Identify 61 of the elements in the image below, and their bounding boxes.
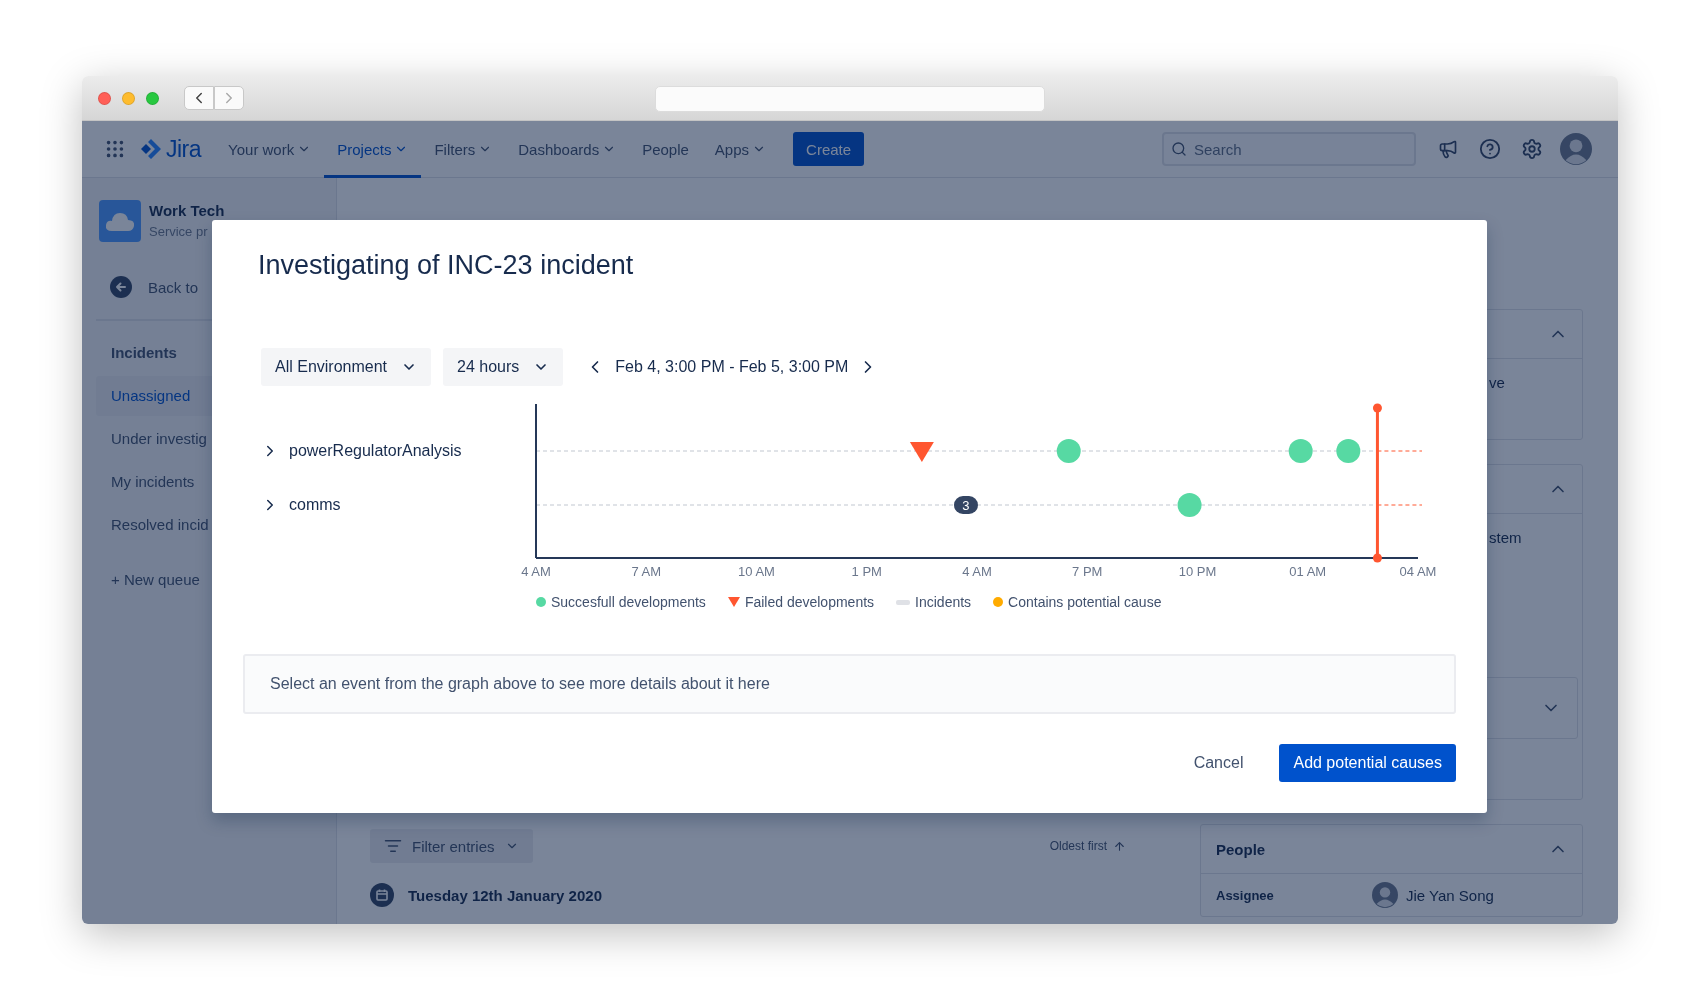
legend-label: Failed developments (744, 594, 875, 610)
logo-icon[interactable] (140, 138, 162, 160)
axis-label: 4 AM (521, 564, 551, 579)
legend-label: Succesfull developments (551, 594, 706, 610)
project-type: Service pr (149, 223, 208, 241)
megaphone-icon (1438, 139, 1458, 159)
axis-label: 01 AM (1289, 564, 1327, 579)
legend-label: Contains potential cause (1008, 594, 1162, 610)
modal-title: Investigating of INC-23 incident (258, 249, 635, 282)
failed-point[interactable] (909, 442, 934, 462)
browser-back-button[interactable] (184, 86, 214, 110)
user-avatar[interactable] (1560, 133, 1592, 165)
axis-label: 7 AM (631, 564, 662, 579)
event-point[interactable] (1056, 439, 1081, 463)
create-button[interactable]: Create (793, 132, 865, 166)
filter-button[interactable]: Filter entries (370, 829, 533, 863)
sort-button[interactable]: Oldest first (1049, 839, 1126, 853)
panel-text: stem (1489, 529, 1522, 546)
axis-label: 10 PM (1178, 564, 1217, 579)
axis-label: 4 AM (962, 564, 992, 579)
back-link[interactable]: Back to (148, 278, 199, 296)
search-icon (1171, 141, 1187, 157)
date-range: Feb 4, 3:00 PM - Feb 5, 3:00 PM (615, 358, 849, 376)
filter-icon (384, 837, 402, 855)
minimize-window-button[interactable] (122, 91, 135, 105)
axis-label: 10 AM (738, 564, 775, 579)
panel-text: ve (1489, 374, 1505, 391)
cloud-icon (99, 200, 141, 242)
axis-label: 7 PM (1072, 564, 1103, 579)
search-field[interactable]: Search (1162, 132, 1416, 166)
close-window-button[interactable] (98, 91, 111, 105)
axis-label: 04 AM (1399, 564, 1437, 579)
service-row-toggle[interactable]: powerRegulatorAnalysis (261, 436, 462, 466)
cluster-badge[interactable]: 3 (954, 496, 978, 514)
axis-label: 1 PM (851, 564, 882, 579)
event-point[interactable] (1336, 439, 1361, 463)
app-switcher-icon[interactable] (104, 138, 126, 160)
panel-title: People (1216, 840, 1266, 858)
date-heading: Tuesday 12th January 2020 (408, 886, 602, 904)
legend-label: Incidents (915, 594, 972, 610)
section-title: Incidents (111, 343, 177, 363)
time-marker[interactable] (1372, 403, 1382, 563)
arrow-up-icon (1113, 839, 1126, 853)
details-placeholder: Select an event from the graph above to see more details about it here (270, 675, 770, 693)
cancel-button[interactable]: Cancel (1179, 744, 1258, 782)
filter-dropdown[interactable]: 24 hours (443, 348, 564, 386)
calendar-icon (370, 883, 394, 907)
assignee-avatar (1372, 882, 1398, 908)
zoom-window-button[interactable] (146, 91, 159, 105)
logo-text[interactable]: Jira (166, 135, 202, 163)
service-row-toggle[interactable]: comms (261, 490, 341, 520)
field-value: Jie Yan Song (1406, 886, 1494, 904)
event-point[interactable] (1288, 439, 1313, 463)
settings-icon (1521, 138, 1543, 160)
filter-dropdown[interactable]: All Environment (261, 348, 432, 386)
help-icon (1479, 138, 1501, 160)
add-causes-button[interactable]: Add potential causes (1279, 744, 1456, 782)
project-name: Work Tech (149, 203, 225, 218)
field-label: Assignee (1216, 887, 1275, 903)
new-queue-link[interactable]: + New queue (111, 571, 200, 588)
event-point[interactable] (1177, 493, 1202, 517)
